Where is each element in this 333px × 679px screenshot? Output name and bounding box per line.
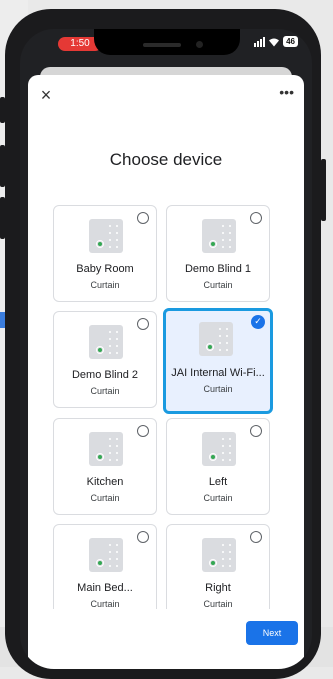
radio-unchecked-icon[interactable] <box>250 531 262 543</box>
blind-device-icon <box>89 538 123 572</box>
blind-device-icon <box>202 432 236 466</box>
device-name: Kitchen <box>86 476 124 488</box>
volume-up-button <box>0 145 5 187</box>
power-button <box>321 159 326 221</box>
battery-icon: 46 <box>283 36 298 47</box>
blind-device-icon <box>89 325 123 359</box>
speaker-icon <box>143 43 181 47</box>
signal-icon <box>254 36 266 47</box>
radio-unchecked-icon[interactable] <box>137 531 149 543</box>
device-tile[interactable]: Baby Room Curtain <box>53 205 157 302</box>
phone-screen: 1:50 46 × ••• Choose device Baby Room Cu… <box>20 29 312 669</box>
more-horizontal-icon[interactable]: ••• <box>279 84 294 100</box>
camera-icon <box>196 41 203 48</box>
device-name: Demo Blind 1 <box>184 263 252 275</box>
radio-unchecked-icon[interactable] <box>137 425 149 437</box>
status-icons: 46 <box>254 36 298 47</box>
page-title: Choose device <box>109 150 223 169</box>
close-icon[interactable]: × <box>38 86 54 104</box>
device-tile[interactable]: Right Curtain <box>166 524 270 609</box>
device-tile[interactable]: Main Bed... Curtain <box>53 524 157 609</box>
device-type: Curtain <box>90 280 120 290</box>
device-type: Curtain <box>203 599 233 609</box>
blind-device-icon <box>89 432 123 466</box>
device-type: Curtain <box>90 493 120 503</box>
device-type: Curtain <box>203 280 233 290</box>
volume-down-button <box>0 197 5 239</box>
device-tile[interactable]: Left Curtain <box>166 418 270 515</box>
device-type: Curtain <box>90 386 120 396</box>
device-name: JAI Internal Wi-Fi... <box>171 367 265 379</box>
device-name: Main Bed... <box>77 582 133 594</box>
phone-frame: 1:50 46 × ••• Choose device Baby Room Cu… <box>0 9 326 679</box>
device-name: Demo Blind 2 <box>71 369 139 381</box>
device-name: Right <box>205 582 231 594</box>
check-circle-icon[interactable]: ✓ <box>251 315 265 329</box>
radio-unchecked-icon[interactable] <box>137 212 149 224</box>
wifi-icon <box>269 38 280 46</box>
radio-unchecked-icon[interactable] <box>250 212 262 224</box>
device-grid-viewport[interactable]: Baby Room Curtain Demo Blind 1 Curtain Demo … <box>28 205 304 609</box>
device-name: Baby Room <box>76 263 134 275</box>
blind-device-icon <box>202 219 236 253</box>
device-tile[interactable]: Demo Blind 2 Curtain <box>53 311 157 408</box>
side-button <box>0 97 5 123</box>
device-tile[interactable]: Kitchen Curtain <box>53 418 157 515</box>
choose-device-sheet: × ••• Choose device Baby Room Curtain Demo… <box>28 75 304 669</box>
device-type: Curtain <box>90 599 120 609</box>
device-tile[interactable]: Demo Blind 1 Curtain <box>166 205 270 302</box>
radio-unchecked-icon[interactable] <box>137 318 149 330</box>
status-bar: 1:50 46 <box>20 29 312 61</box>
radio-unchecked-icon[interactable] <box>250 425 262 437</box>
blind-device-icon <box>199 322 233 356</box>
notch <box>94 29 240 55</box>
device-name: Left <box>208 476 228 488</box>
blind-device-icon <box>89 219 123 253</box>
blind-device-icon <box>202 538 236 572</box>
device-tile[interactable]: ✓ JAI Internal Wi-Fi... Curtain <box>163 308 273 414</box>
device-type: Curtain <box>203 493 233 503</box>
device-type: Curtain <box>203 384 233 394</box>
next-button[interactable]: Next <box>246 621 298 645</box>
